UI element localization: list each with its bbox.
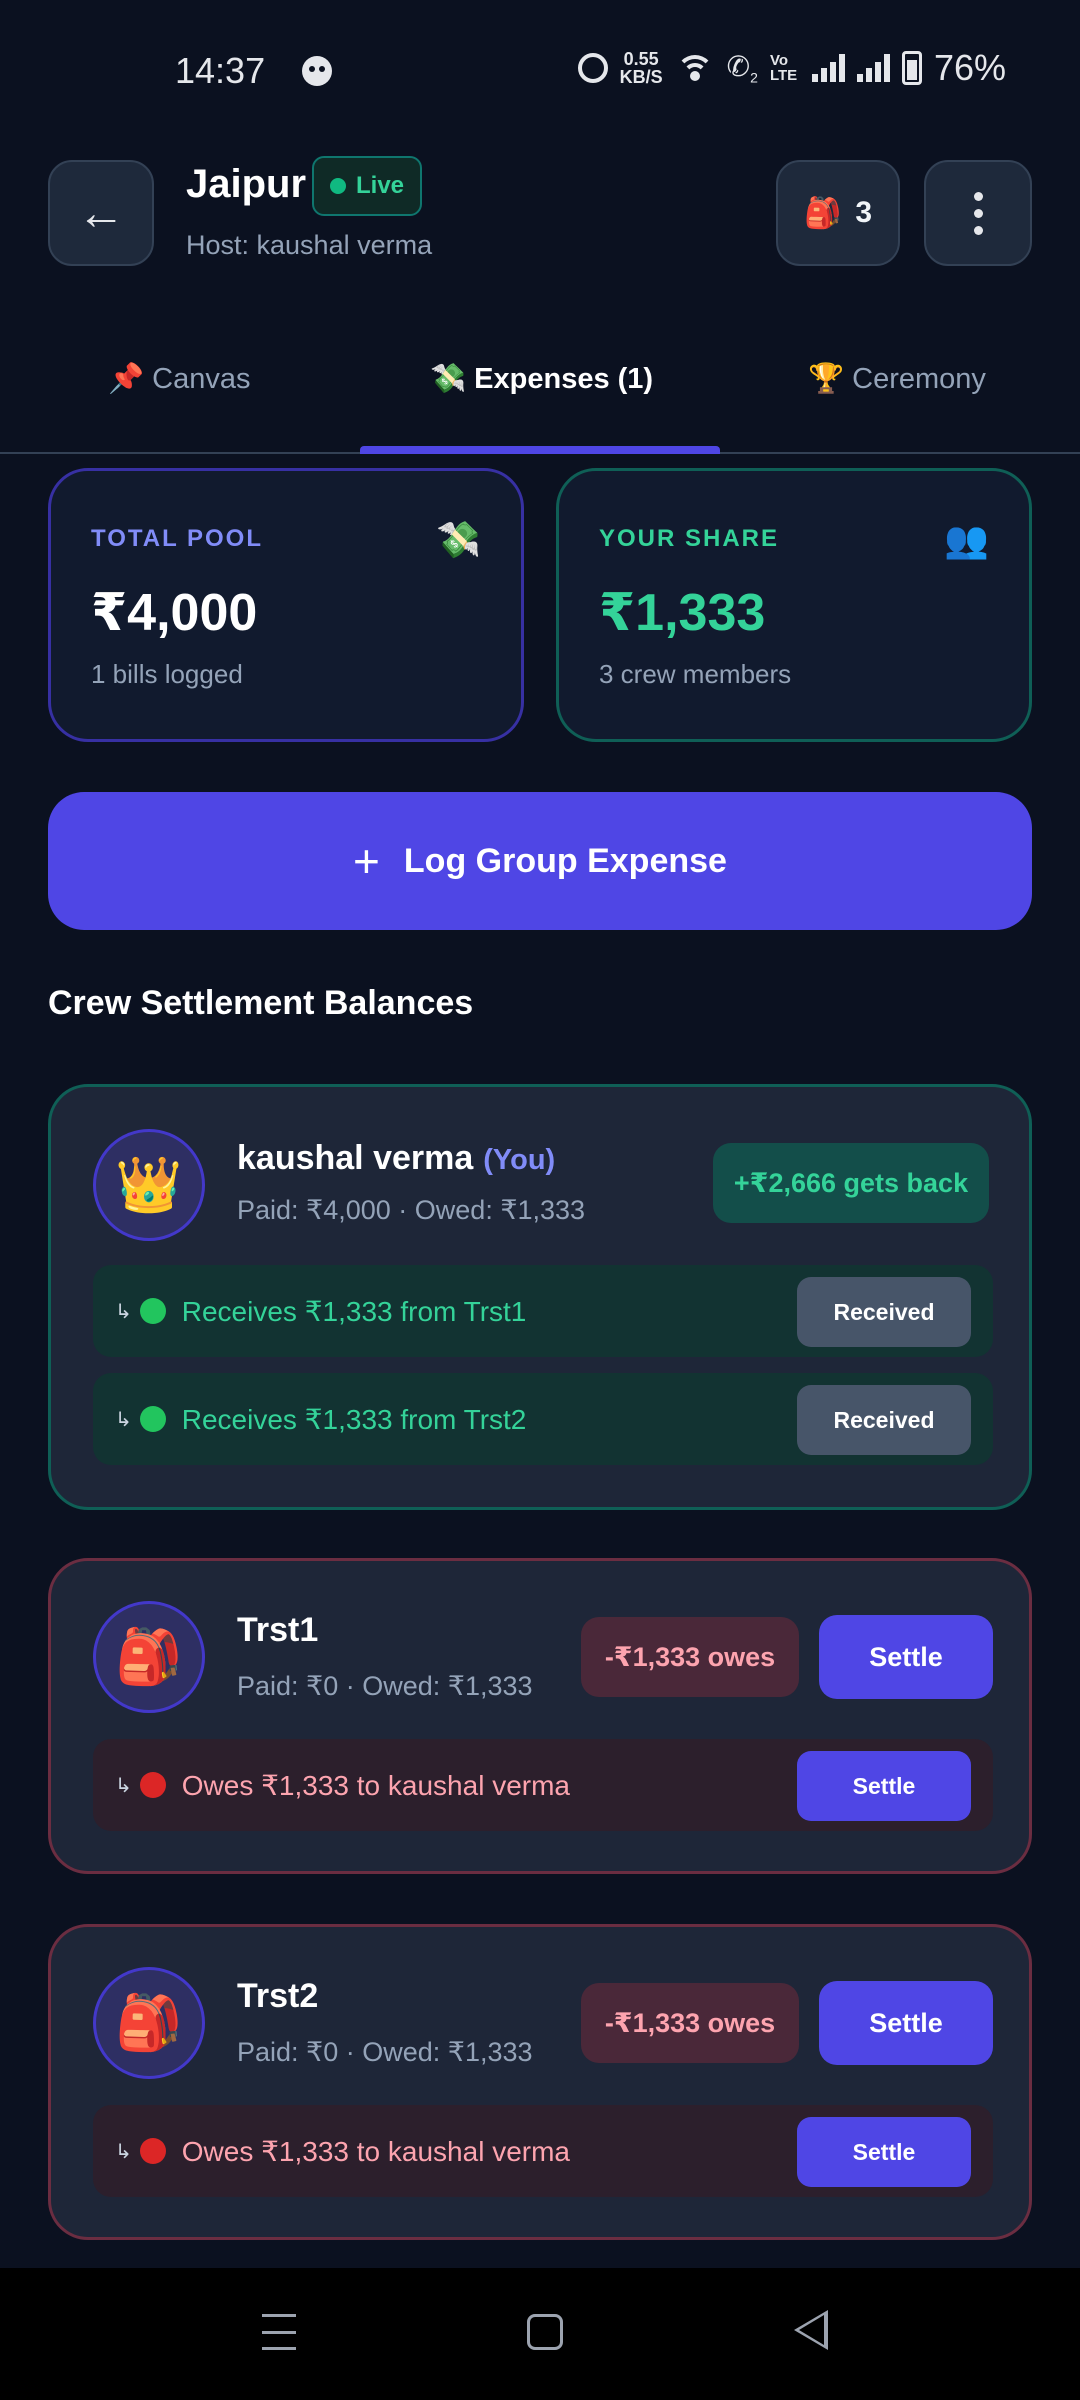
- total-pool-label: TOTAL POOL: [91, 525, 264, 552]
- status-icons: 0.55 KB/S ✆2 Vo LTE 76%: [577, 46, 1006, 90]
- status-time: 14:37: [175, 50, 266, 91]
- member-card-trst1: 🎒 Trst1 Paid: ₹0 · Owed: ₹1,333 -₹1,333 …: [48, 1558, 1032, 1874]
- sub-arrow-icon: ↳: [115, 1408, 132, 1431]
- member-card-trst2: 🎒 Trst2 Paid: ₹0 · Owed: ₹1,333 -₹1,333 …: [48, 1924, 1032, 2240]
- network-speed-unit: KB/S: [619, 67, 663, 87]
- live-label: Live: [356, 172, 405, 199]
- transaction-row: ↳ Receives ₹1,333 from Trst2 Received: [93, 1373, 993, 1465]
- more-options-button[interactable]: [924, 160, 1032, 266]
- sub-arrow-icon: ↳: [115, 1774, 132, 1797]
- trip-title: Jaipur: [186, 162, 307, 206]
- signal-1-icon: [811, 54, 845, 82]
- crew-members-count: 3 crew members: [599, 659, 792, 689]
- back-button[interactable]: ←: [48, 160, 154, 266]
- green-dot-icon: [139, 1298, 166, 1324]
- settle-button[interactable]: Settle: [819, 1981, 993, 2065]
- status-bar: 14:37 0.55 KB/S ✆2 Vo LTE 76%: [0, 0, 1080, 140]
- your-share-card: YOUR SHARE 👥 ₹1,333 3 crew members: [556, 468, 1032, 742]
- backpack-avatar-icon: 🎒: [93, 1967, 205, 2079]
- tab-ceremony[interactable]: 🏆 Ceremony: [808, 362, 986, 396]
- transaction-text: Receives ₹1,333 from Trst1: [181, 1295, 527, 1327]
- balance-badge: -₹1,333 owes: [581, 1983, 799, 2063]
- sim-label: 2: [750, 69, 758, 86]
- you-tag: (You): [483, 1144, 556, 1176]
- your-share-label: YOUR SHARE: [599, 525, 780, 552]
- crew-count: 3: [855, 196, 873, 229]
- red-dot-icon: [139, 2138, 166, 2164]
- received-button[interactable]: Received: [797, 1385, 971, 1455]
- battery-icon: [901, 51, 922, 85]
- member-card-kaushal-verma: 👑 kaushal verma (You) Paid: ₹4,000 · Owed…: [48, 1084, 1032, 1510]
- member-name: Trst1: [237, 1611, 319, 1649]
- money-icon: 💸: [436, 519, 481, 560]
- crew-button[interactable]: 🎒 3: [776, 160, 900, 266]
- backpack-icon: 🎒: [803, 196, 842, 230]
- total-pool-card: TOTAL POOL 💸 ₹4,000 1 bills logged: [48, 468, 524, 742]
- wifi-icon: [675, 53, 715, 83]
- transaction-row: ↳ Receives ₹1,333 from Trst1 Received: [93, 1265, 993, 1357]
- dot-icon: [973, 208, 983, 218]
- active-tab-indicator: [360, 446, 720, 454]
- tab-bar: 📌 Canvas 💸 Expenses (1) 🏆 Ceremony: [0, 330, 1080, 454]
- sub-arrow-icon: ↳: [115, 1300, 132, 1323]
- system-nav-bar: [0, 2268, 1080, 2400]
- balance-badge: -₹1,333 owes: [581, 1617, 799, 1697]
- dot-icon: [973, 225, 983, 235]
- sub-arrow-icon: ↳: [115, 2140, 132, 2163]
- nav-back-button[interactable]: [794, 2310, 828, 2350]
- volte-label: Vo LTE: [769, 52, 798, 84]
- your-share-value: ₹1,333: [599, 584, 766, 642]
- network-speed: 0.55 KB/S: [620, 50, 663, 86]
- balance-badge: +₹2,666 gets back: [713, 1143, 989, 1223]
- backpack-avatar-icon: 🎒: [93, 1601, 205, 1713]
- total-pool-value: ₹4,000: [91, 584, 258, 642]
- tab-expenses[interactable]: 💸 Expenses (1): [430, 362, 653, 396]
- section-title: Crew Settlement Balances: [48, 984, 474, 1022]
- transaction-text: Owes ₹1,333 to kaushal verma: [181, 1769, 570, 1801]
- home-button[interactable]: [527, 2314, 563, 2350]
- green-dot-icon: [139, 1406, 166, 1432]
- transaction-text: Owes ₹1,333 to kaushal verma: [181, 2135, 570, 2167]
- member-name: kaushal verma (You): [237, 1139, 555, 1178]
- arrow-left-icon: ←: [77, 186, 125, 240]
- battery-percent: 76%: [933, 47, 1006, 88]
- notification-face-icon: [302, 56, 332, 86]
- settle-button[interactable]: Settle: [819, 1615, 993, 1699]
- red-dot-icon: [139, 1772, 166, 1798]
- bills-count: 1 bills logged: [91, 659, 243, 689]
- wifi-call-icon: ✆2: [726, 51, 758, 86]
- transaction-row: ↳ Owes ₹1,333 to kaushal verma Settle: [93, 1739, 993, 1831]
- log-group-expense-label: Log Group Expense: [403, 841, 727, 880]
- network-speed-value: 0.55: [623, 49, 659, 69]
- plus-icon: +: [353, 835, 380, 887]
- member-name-text: kaushal verma: [237, 1139, 474, 1177]
- settle-transaction-button[interactable]: Settle: [797, 1751, 971, 1821]
- recent-apps-button[interactable]: [262, 2314, 296, 2350]
- received-button[interactable]: Received: [797, 1277, 971, 1347]
- log-group-expense-button[interactable]: + Log Group Expense: [48, 792, 1032, 930]
- member-meta: Paid: ₹0 · Owed: ₹1,333: [237, 1671, 533, 1701]
- settle-transaction-button[interactable]: Settle: [797, 2117, 971, 2187]
- tab-canvas[interactable]: 📌 Canvas: [108, 362, 251, 396]
- member-meta: Paid: ₹4,000 · Owed: ₹1,333: [237, 1195, 586, 1225]
- dot-icon: [973, 191, 983, 201]
- alarm-icon: [577, 53, 608, 83]
- member-meta: Paid: ₹0 · Owed: ₹1,333: [237, 2037, 533, 2067]
- crown-avatar-icon: 👑: [93, 1129, 205, 1241]
- transaction-text: Receives ₹1,333 from Trst2: [181, 1403, 527, 1435]
- live-dot-icon: [330, 178, 346, 194]
- host-label: Host: kaushal verma: [186, 230, 433, 260]
- transaction-row: ↳ Owes ₹1,333 to kaushal verma Settle: [93, 2105, 993, 2197]
- live-badge: Live: [312, 156, 423, 216]
- member-name: Trst2: [237, 1977, 319, 2015]
- signal-2-icon: [856, 54, 890, 82]
- people-icon: 👥: [944, 519, 989, 560]
